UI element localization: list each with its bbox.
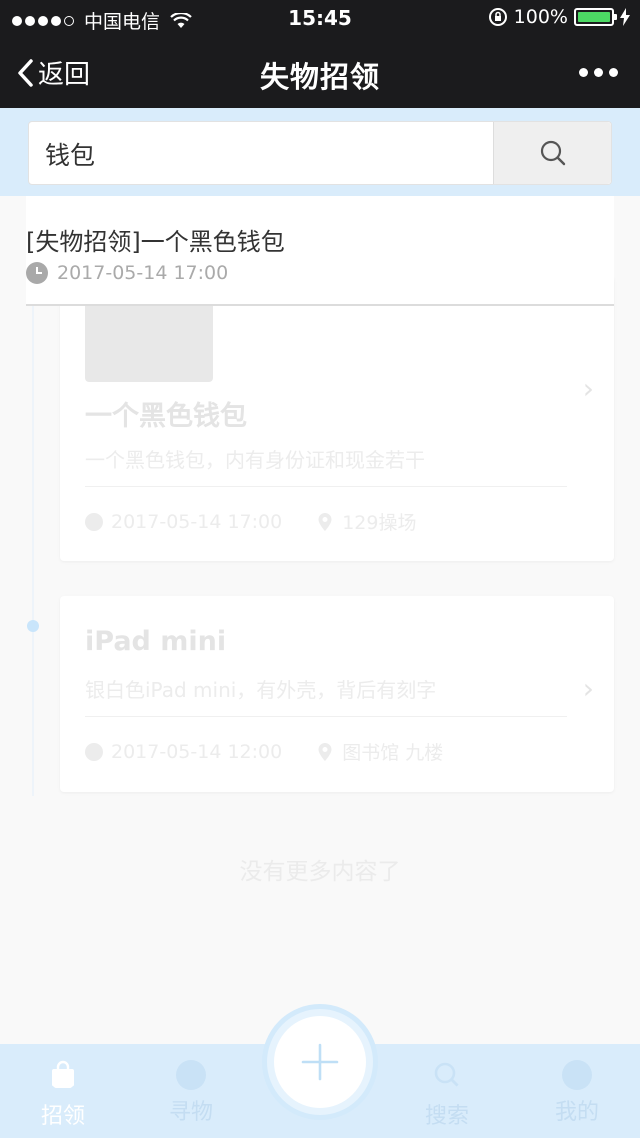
result-time: 2017-05-14 17:00 (57, 262, 229, 284)
item-card[interactable]: 一个黑色钱包 一个黑色钱包，内有身份证和现金若干 2017-05-14 17:0… (60, 276, 614, 561)
more-icon (579, 68, 588, 77)
item-meta: 2017-05-14 12:00 图书馆 九楼 (85, 738, 443, 765)
smile-icon (562, 1060, 592, 1090)
status-right: 100% (488, 6, 630, 28)
item-thumbnail (85, 300, 213, 382)
item-meta: 2017-05-14 17:00 129操场 (85, 508, 416, 535)
tab-label: 招领 (40, 1104, 85, 1129)
search-icon (540, 140, 565, 166)
no-more-text: 没有更多内容了 (239, 859, 401, 885)
clock-icon (26, 262, 48, 284)
clock-icon (85, 742, 103, 761)
divider (85, 716, 567, 717)
search-button[interactable] (493, 122, 611, 184)
tab-label: 我的 (554, 1100, 599, 1125)
item-title: 一个黑色钱包 (85, 401, 247, 432)
battery-fill (578, 12, 610, 22)
search-icon (434, 1062, 461, 1089)
tab-found[interactable]: 招领 (8, 1044, 118, 1138)
search-box: 钱包 (28, 121, 612, 185)
search-result-item[interactable]: [失物招领]一个黑色钱包 2017-05-14 17:00 (26, 196, 614, 306)
tab-lost[interactable]: 寻物 (136, 1044, 246, 1138)
divider (85, 486, 567, 487)
add-button[interactable] (262, 1004, 378, 1120)
location-pin-icon (318, 512, 332, 531)
result-title: [失物招领]一个黑色钱包 (26, 228, 285, 256)
item-card[interactable]: iPad mini 银白色iPad mini，有外壳，背后有刻字 2017-05… (60, 596, 614, 792)
battery-percent: 100% (513, 6, 568, 28)
result-time-row: 2017-05-14 17:00 (26, 262, 228, 284)
charging-icon (620, 8, 630, 26)
location-pin-icon (318, 742, 332, 761)
clock-icon (85, 512, 103, 531)
search-input[interactable]: 钱包 (45, 136, 95, 172)
item-title: iPad mini (85, 626, 227, 657)
search-band: 钱包 (0, 108, 640, 196)
eye-icon (176, 1060, 206, 1090)
nav-bar: 返回 失物招领 (0, 36, 640, 108)
tab-search[interactable]: 搜索 (392, 1044, 502, 1138)
item-location: 129操场 (342, 512, 417, 534)
timeline-dot (27, 620, 39, 632)
more-button[interactable] (579, 68, 618, 77)
plus-icon (301, 1043, 339, 1081)
bag-icon (52, 1060, 74, 1088)
chevron-right-icon: › (582, 672, 594, 705)
item-description: 银白色iPad mini，有外壳，背后有刻字 (85, 678, 437, 702)
chevron-right-icon: › (582, 372, 594, 405)
page-title: 失物招领 (259, 60, 380, 94)
item-time: 2017-05-14 12:00 (111, 740, 283, 763)
tab-label: 搜索 (424, 1104, 469, 1129)
item-location: 图书馆 九楼 (342, 742, 444, 764)
battery-icon (574, 8, 617, 26)
rotation-lock-icon (488, 8, 507, 26)
fab-circle (274, 1016, 366, 1108)
tab-mine[interactable]: 我的 (522, 1044, 632, 1138)
list-area: 一个黑色钱包 一个黑色钱包，内有身份证和现金若干 2017-05-14 17:0… (0, 196, 640, 1044)
item-description: 一个黑色钱包，内有身份证和现金若干 (85, 448, 425, 472)
item-time: 2017-05-14 17:00 (111, 510, 283, 533)
tab-label: 寻物 (168, 1100, 213, 1125)
status-bar: 中国电信 15:45 100% (0, 0, 640, 36)
